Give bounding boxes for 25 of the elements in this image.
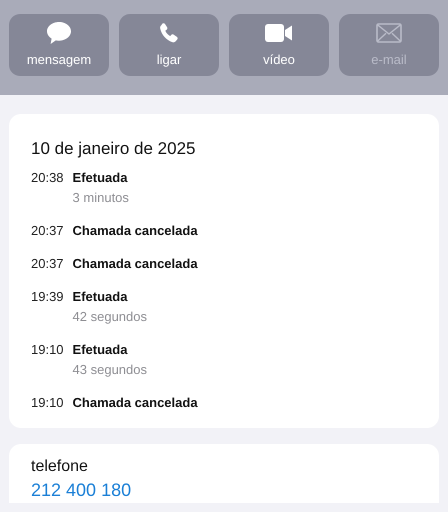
call-time: 20:37 <box>31 255 64 273</box>
call-time: 19:10 <box>31 394 64 412</box>
call-time: 20:37 <box>31 222 64 240</box>
call-duration: 42 segundos <box>72 308 147 326</box>
message-button[interactable]: mensagem <box>9 14 109 76</box>
call-duration: 43 segundos <box>72 361 147 379</box>
call-time: 20:38 <box>31 169 64 187</box>
phone-label: telefone <box>31 457 89 477</box>
speech-bubble-icon <box>46 21 72 45</box>
call-button[interactable]: ligar <box>119 14 219 76</box>
call-status: Efetuada <box>72 341 128 359</box>
call-status: Chamada cancelada <box>72 222 198 240</box>
date-heading: 10 de janeiro de 2025 <box>31 138 196 160</box>
call-status: Efetuada <box>72 169 128 187</box>
phone-icon <box>158 22 180 44</box>
video-camera-icon <box>265 24 293 42</box>
call-time: 19:39 <box>31 288 64 306</box>
phone-number-link[interactable]: 212 400 180 <box>31 477 417 503</box>
call-time: 19:10 <box>31 341 64 359</box>
envelope-icon <box>376 23 402 43</box>
call-duration: 3 minutos <box>72 189 129 207</box>
call-status: Chamada cancelada <box>72 255 198 273</box>
call-status: Efetuada <box>72 288 128 306</box>
call-status: Chamada cancelada <box>72 394 198 412</box>
video-button[interactable]: vídeo <box>229 14 329 76</box>
